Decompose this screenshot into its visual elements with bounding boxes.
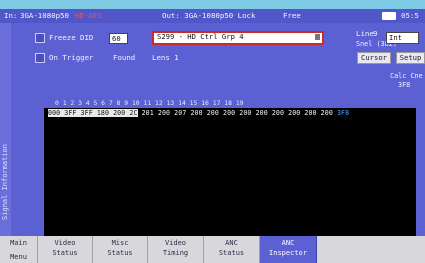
hex-data-pane[interactable]: 000 3FF 3FF 180 200 2C 201 200 207 200 2…: [44, 108, 416, 236]
line-label: Line: [356, 29, 374, 38]
on-trigger-label: On Trigger: [49, 53, 94, 62]
sidebar-label: Signal Information: [1, 144, 9, 220]
tab-main-menu[interactable]: Main Menu: [0, 236, 38, 263]
tab-video-timing-line1: Video: [164, 239, 187, 247]
input-warning: HD-AES: [75, 11, 102, 20]
freeze-label: Freeze: [49, 33, 76, 42]
setup-button-label: Setup: [399, 53, 422, 62]
found-label: Found: [113, 53, 136, 62]
battery-icon: [382, 12, 396, 20]
tab-main-menu-label: Main Menu: [10, 239, 27, 261]
line-mode-input[interactable]: Int: [386, 32, 419, 44]
input-prefix: In:: [4, 11, 18, 20]
dropdown-arrow-icon: [315, 34, 320, 40]
clock: 05:5: [401, 11, 419, 20]
tab-anc-inspector-line2: Inspector: [269, 249, 307, 257]
did-label: DID: [80, 33, 94, 42]
sidebar: Signal Information: [0, 23, 11, 236]
hex-column-header: 0 1 2 3 4 5 6 7 8 9 10 11 12 13 14 15 16…: [55, 99, 244, 107]
hex-first-words: 000 3FF 3FF 180 200 2C: [48, 109, 138, 117]
tab-anc-inspector-line1: ANC: [281, 239, 295, 247]
freeze-checkbox[interactable]: [35, 33, 45, 43]
packet-select[interactable]: S299 - HD Ctrl Grp 4: [152, 31, 324, 45]
tab-misc-status-line2: Status: [107, 249, 133, 257]
device-screen: In: 3GA-1080p50 HD-AES Out: 3GA-1080p50 …: [0, 0, 425, 263]
tab-misc-status-line1: Misc: [111, 239, 129, 247]
tab-misc-status[interactable]: Misc Status: [93, 236, 148, 263]
input-format: 3GA-1080p50: [20, 11, 69, 20]
tab-video-status-line1: Video: [54, 239, 76, 247]
hex-words: 201 200 207 200 200 200 200 200 200 200 …: [137, 109, 337, 117]
tab-anc-status-line2: Status: [218, 249, 245, 257]
tab-video-status[interactable]: Video Status: [38, 236, 93, 263]
cursor-button[interactable]: Cursor: [357, 52, 391, 64]
packet-select-value: S299 - HD Ctrl Grp 4: [157, 32, 244, 41]
tab-video-timing-line2: Timing: [162, 249, 189, 257]
tab-video-timing[interactable]: Video Timing: [148, 236, 204, 263]
hex-data-row: 000 3FF 3FF 180 200 2C 201 200 207 200 2…: [48, 109, 349, 117]
setup-button[interactable]: Setup: [396, 52, 425, 64]
on-trigger-checkbox[interactable]: [35, 53, 45, 63]
line-value: 9: [373, 29, 378, 38]
free-indicator: Free: [283, 11, 301, 20]
status-bar: In: 3GA-1080p50 HD-AES Out: 3GA-1080p50 …: [0, 9, 425, 23]
tab-anc-status[interactable]: ANC Status: [204, 236, 260, 263]
did-input[interactable]: 60: [109, 33, 128, 44]
hex-selected-word: 3F8: [336, 109, 350, 117]
menu-bar: Main Menu Video Status Misc Status Video…: [0, 236, 425, 263]
cursor-button-label: Cursor: [361, 53, 387, 62]
output-format: Out: 3GA-1080p50 Lock: [162, 11, 256, 20]
tab-video-status-line2: Status: [52, 249, 78, 257]
tab-anc-inspector[interactable]: ANC Inspector: [260, 236, 317, 263]
lens-label: Lens 1: [152, 53, 179, 62]
calc-value: 3F8: [398, 81, 411, 89]
top-band: [0, 0, 425, 9]
tab-anc-status-line1: ANC: [225, 239, 238, 247]
